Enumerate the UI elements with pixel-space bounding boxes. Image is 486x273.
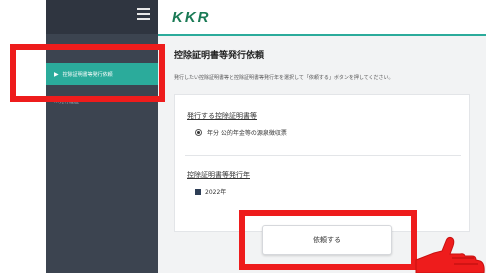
sidebar-item-certificate-request[interactable]: ▶ 控除証明書等発行依頼	[46, 63, 158, 85]
checkbox-option-label: 2022年	[205, 189, 227, 196]
radio-option-label: 年分 公的年金等の源泉徴収票	[207, 130, 287, 137]
request-form-card: 発行する控除証明書等 年分 公的年金等の源泉徴収票 控除証明書等発行年 2022…	[174, 94, 470, 232]
sidebar-item-history[interactable]: …発行履歴	[46, 90, 158, 112]
section-title-certificate-type: 発行する控除証明書等	[187, 112, 257, 120]
kkr-logo: KKR	[172, 9, 211, 26]
section-divider	[185, 155, 461, 156]
hamburger-icon[interactable]	[137, 8, 150, 20]
app-header: KKR	[158, 0, 486, 34]
sidebar: ▶ 控除証明書等発行依頼 …発行履歴	[46, 0, 158, 273]
sidebar-item-label: …発行履歴	[54, 98, 80, 105]
sidebar-item-ghost	[46, 40, 158, 62]
pointing-hand-icon	[415, 236, 485, 273]
checkbox[interactable]	[195, 188, 201, 195]
radio-button[interactable]	[195, 129, 202, 136]
issue-year-checkbox-option[interactable]: 2022年	[195, 187, 226, 196]
arrow-right-icon: ▶	[54, 70, 59, 78]
page-title: 控除証明書等発行依頼	[174, 51, 265, 61]
sidebar-item-label: 控除証明書等発行依頼	[62, 71, 113, 78]
section-title-issue-year: 控除証明書等発行年	[187, 171, 250, 179]
certificate-type-radio-option[interactable]: 年分 公的年金等の源泉徴収票	[195, 128, 287, 137]
page-description: 発行したい控除証明書等と控除証明書等発行年を選択して「依頼する」ボタンを押してく…	[174, 75, 394, 81]
submit-request-button[interactable]: 依頼する	[262, 225, 392, 255]
sidebar-header	[46, 0, 158, 34]
